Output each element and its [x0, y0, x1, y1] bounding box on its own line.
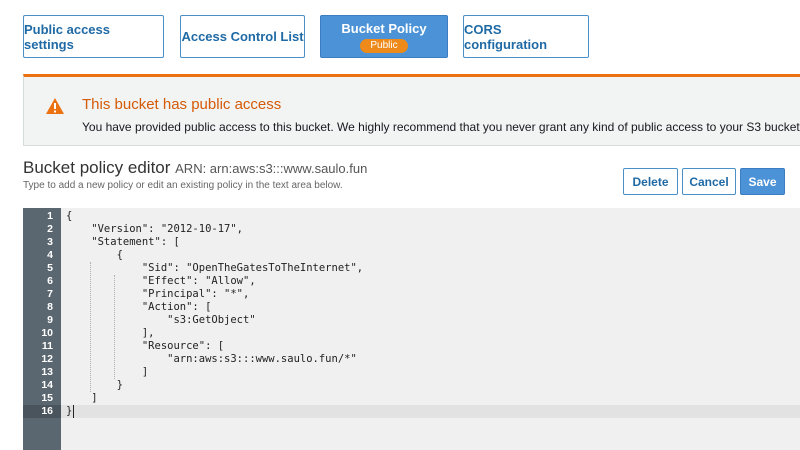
- tab-public-access-settings[interactable]: Public access settings: [23, 15, 164, 58]
- code-text: "Version": "2012-10-17",: [66, 223, 244, 235]
- code-text: ]: [66, 366, 149, 378]
- line-number: 8: [47, 301, 53, 313]
- code-line: 12 "arn:aws:s3:::www.saulo.fun/*": [23, 353, 800, 366]
- code-line: 6 "Effect": "Allow",: [23, 275, 800, 288]
- code-text: ]: [66, 392, 98, 404]
- editor-heading: Bucket policy editor ARN: arn:aws:s3:::w…: [23, 158, 367, 178]
- line-number: 7: [47, 288, 53, 300]
- line-number: 3: [47, 236, 53, 248]
- code-text: "arn:aws:s3:::www.saulo.fun/*": [66, 353, 357, 365]
- line-number: 14: [41, 379, 53, 391]
- bucket-arn: ARN: arn:aws:s3:::www.saulo.fun: [175, 161, 368, 176]
- public-access-alert: This bucket has public access You have p…: [23, 74, 800, 146]
- line-number: 2: [47, 223, 53, 235]
- text-cursor: [73, 405, 74, 418]
- indent-guide: [114, 275, 115, 379]
- alert-title: This bucket has public access: [82, 96, 282, 113]
- code-line: 3 "Statement": [: [23, 236, 800, 249]
- code-line: 8 "Action": [: [23, 301, 800, 314]
- code-text: "Principal": "*",: [66, 288, 250, 300]
- alert-message: You have provided public access to this …: [82, 120, 800, 134]
- line-number: 12: [41, 353, 53, 365]
- editor-title: Bucket policy editor: [23, 158, 171, 177]
- save-button[interactable]: Save: [740, 168, 785, 195]
- editor-hint: Type to add a new policy or edit an exis…: [23, 180, 343, 191]
- code-text: }: [66, 379, 123, 391]
- line-number: 6: [47, 275, 53, 287]
- tab-access-control-list[interactable]: Access Control List: [180, 15, 305, 58]
- code-line: 2 "Version": "2012-10-17",: [23, 223, 800, 236]
- code-text: "Sid": "OpenTheGatesToTheInternet",: [66, 262, 364, 274]
- code-line: 15 ]: [23, 392, 800, 405]
- code-text: }: [66, 405, 73, 417]
- policy-code-editor[interactable]: 1{2 "Version": "2012-10-17", 3 "Statement…: [23, 208, 800, 450]
- tab-bar: Public access settings Access Control Li…: [0, 0, 800, 70]
- code-line: 10 ],: [23, 327, 800, 340]
- indent-guide: [90, 262, 91, 392]
- tab-bucket-policy[interactable]: Bucket Policy Public: [320, 15, 448, 58]
- code-line: 14 }: [23, 379, 800, 392]
- code-line: 4 {: [23, 249, 800, 262]
- line-number: 1: [47, 210, 53, 222]
- warning-icon: [46, 98, 64, 114]
- delete-button[interactable]: Delete: [623, 168, 678, 195]
- code-line: 13 ]: [23, 366, 800, 379]
- code-line: 11 "Resource": [: [23, 340, 800, 353]
- tab-cors-configuration[interactable]: CORS configuration: [463, 15, 589, 58]
- line-number: 9: [47, 314, 53, 326]
- tab-bucket-policy-label: Bucket Policy: [341, 20, 427, 36]
- code-line: 9 "s3:GetObject": [23, 314, 800, 327]
- code-line: 16}: [23, 405, 800, 418]
- code-line: 7 "Principal": "*",: [23, 288, 800, 301]
- line-number: 10: [41, 327, 53, 339]
- code-line: 1{: [23, 210, 800, 223]
- line-number: 13: [41, 366, 53, 378]
- code-text: ],: [66, 327, 155, 339]
- code-line: 5 "Sid": "OpenTheGatesToTheInternet",: [23, 262, 800, 275]
- code-text: "Action": [: [66, 301, 212, 313]
- public-badge: Public: [360, 38, 408, 53]
- line-number: 15: [41, 392, 53, 404]
- code-text: "Effect": "Allow",: [66, 275, 256, 287]
- line-number: 16: [23, 405, 61, 418]
- code-text: {: [66, 249, 123, 261]
- code-text: "s3:GetObject": [66, 314, 256, 326]
- line-number: 11: [41, 340, 53, 352]
- cancel-button[interactable]: Cancel: [682, 168, 736, 195]
- code-text: {: [66, 210, 73, 222]
- code-text: "Statement": [: [66, 236, 180, 248]
- line-number: 5: [47, 262, 53, 274]
- line-number: 4: [47, 249, 53, 261]
